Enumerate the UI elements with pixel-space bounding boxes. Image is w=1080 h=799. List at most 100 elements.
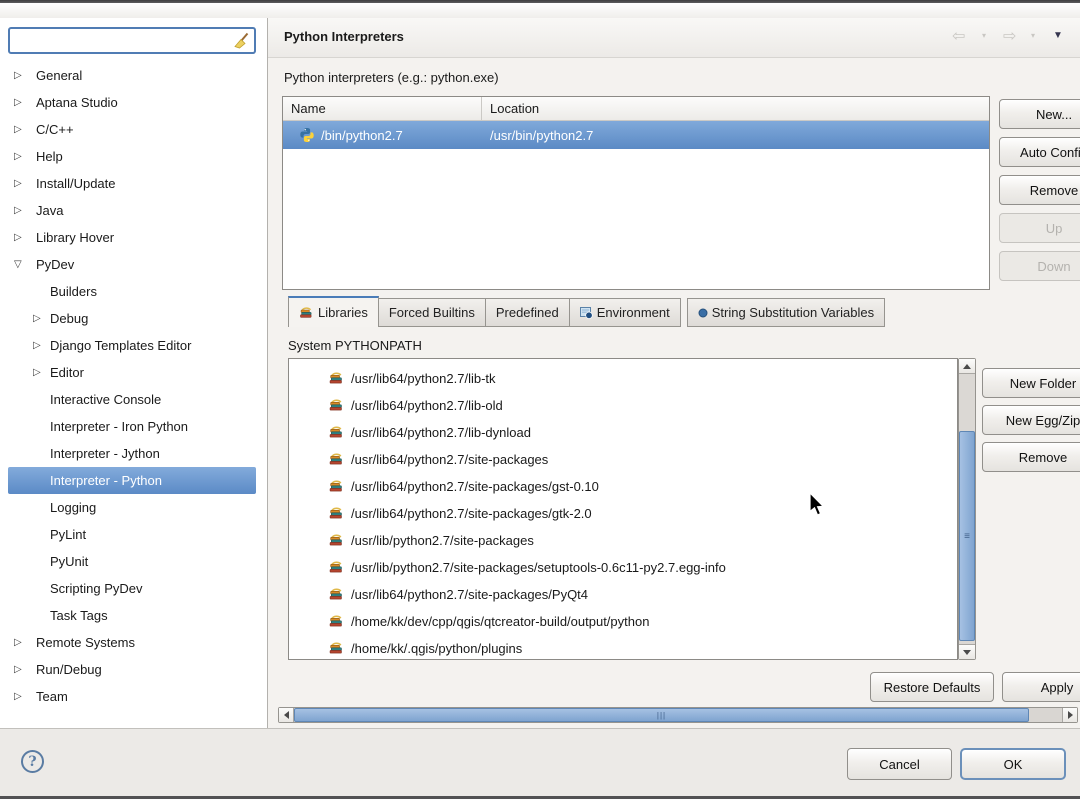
pythonpath-item[interactable]: /usr/lib64/python2.7/lib-tk <box>289 365 957 392</box>
expander-collapsed-icon[interactable]: ▷ <box>8 151 36 162</box>
sidebar-item-interpreter-python[interactable]: Interpreter - Python <box>8 467 256 494</box>
new-egg-zip-button[interactable]: New Egg/Zip <box>982 405 1080 435</box>
sidebar-item-scripting-pydev[interactable]: Scripting PyDev <box>8 575 256 602</box>
pythonpath-item[interactable]: /home/kk/.qgis/python/plugins <box>289 635 957 660</box>
forward-arrow-icon[interactable]: ⇨ <box>1003 27 1016 47</box>
sidebar-item-pyunit[interactable]: PyUnit <box>8 548 256 575</box>
pythonpath-item[interactable]: /usr/lib/python2.7/site-packages/setupto… <box>289 554 957 581</box>
sidebar-item-help[interactable]: ▷Help <box>8 143 256 170</box>
tab-libraries[interactable]: Libraries <box>288 296 379 327</box>
scroll-right-button[interactable] <box>1062 708 1077 722</box>
remove-path-button[interactable]: Remove <box>982 442 1080 472</box>
column-header-location[interactable]: Location <box>482 97 539 120</box>
help-button[interactable]: ? <box>21 750 44 773</box>
sidebar-item-label: Logging <box>50 500 96 515</box>
vertical-scrollbar[interactable]: ≡ <box>958 358 976 660</box>
ok-button[interactable]: OK <box>960 748 1066 780</box>
sidebar-item-label: Interpreter - Iron Python <box>50 419 188 434</box>
sidebar-item-builders[interactable]: Builders <box>8 278 256 305</box>
expander-collapsed-icon[interactable]: ▷ <box>33 340 50 351</box>
table-row[interactable]: /bin/python2.7 /usr/bin/python2.7 <box>283 121 989 149</box>
sidebar-item-label: PyLint <box>50 527 86 542</box>
sidebar-item-install-update[interactable]: ▷Install/Update <box>8 170 256 197</box>
pythonpath-item[interactable]: /usr/lib64/python2.7/site-packages/gtk-2… <box>289 500 957 527</box>
sidebar-item-task-tags[interactable]: Task Tags <box>8 602 256 629</box>
horizontal-scrollbar-thumb[interactable]: ||| <box>294 708 1029 722</box>
forward-history-chevron-icon[interactable]: ▾ <box>1031 31 1035 40</box>
path-label: /usr/lib64/python2.7/lib-dynload <box>351 425 531 440</box>
back-history-chevron-icon[interactable]: ▾ <box>982 31 986 40</box>
pythonpath-item[interactable]: /usr/lib64/python2.7/site-packages/PyQt4 <box>289 581 957 608</box>
cancel-button[interactable]: Cancel <box>847 748 952 780</box>
sidebar-item-interpreter-jython[interactable]: Interpreter - Jython <box>8 440 256 467</box>
restore-defaults-button[interactable]: Restore Defaults <box>870 672 994 702</box>
new-folder-button[interactable]: New Folder <box>982 368 1080 398</box>
apply-button[interactable]: Apply <box>1002 672 1080 702</box>
scroll-down-button[interactable] <box>959 644 975 659</box>
pythonpath-item[interactable]: /home/kk/dev/cpp/qgis/qtcreator-build/ou… <box>289 608 957 635</box>
expander-collapsed-icon[interactable]: ▷ <box>8 637 36 648</box>
expander-collapsed-icon[interactable]: ▷ <box>8 70 36 81</box>
new-interpreter-button[interactable]: New... <box>999 99 1080 129</box>
pythonpath-item[interactable]: /usr/lib/python2.7/site-packages <box>289 527 957 554</box>
sidebar-item-interpreter-iron-python[interactable]: Interpreter - Iron Python <box>8 413 256 440</box>
expander-collapsed-icon[interactable]: ▷ <box>8 664 36 675</box>
sidebar-item-c-cpp[interactable]: ▷C/C++ <box>8 116 256 143</box>
tab-label: Libraries <box>318 305 368 320</box>
sidebar-item-general[interactable]: ▷General <box>8 62 256 89</box>
tab-string-substitution-variables[interactable]: String Substitution Variables <box>687 298 885 327</box>
sidebar-item-label: Debug <box>50 311 88 326</box>
sidebar-item-team[interactable]: ▷Team <box>8 683 256 710</box>
path-label: /usr/lib64/python2.7/site-packages <box>351 452 548 467</box>
expander-collapsed-icon[interactable]: ▷ <box>33 313 50 324</box>
sidebar-item-java[interactable]: ▷Java <box>8 197 256 224</box>
sidebar-item-remote-systems[interactable]: ▷Remote Systems <box>8 629 256 656</box>
scroll-up-button[interactable] <box>959 359 975 374</box>
expander-collapsed-icon[interactable]: ▷ <box>8 97 36 108</box>
back-arrow-icon[interactable]: ⇦ <box>952 27 965 47</box>
expander-collapsed-icon[interactable]: ▷ <box>33 367 50 378</box>
horizontal-scrollbar[interactable]: ||| <box>278 707 1078 723</box>
column-header-name[interactable]: Name <box>283 97 482 120</box>
sidebar-item-debug[interactable]: ▷Debug <box>8 305 256 332</box>
scroll-left-button[interactable] <box>279 708 294 722</box>
expander-collapsed-icon[interactable]: ▷ <box>8 178 36 189</box>
pythonpath-item[interactable]: /usr/lib64/python2.7/lib-old <box>289 392 957 419</box>
page-title: Python Interpreters <box>284 29 404 44</box>
expander-collapsed-icon[interactable]: ▷ <box>8 232 36 243</box>
sidebar-item-library-hover[interactable]: ▷Library Hover <box>8 224 256 251</box>
tab-predefined[interactable]: Predefined <box>485 298 570 327</box>
sidebar-item-logging[interactable]: Logging <box>8 494 256 521</box>
sidebar-item-interactive-console[interactable]: Interactive Console <box>8 386 256 413</box>
sidebar-item-label: Editor <box>50 365 84 380</box>
tab-environment[interactable]: Environment <box>569 298 681 327</box>
expander-expanded-icon[interactable]: ▽ <box>8 259 36 270</box>
pythonpath-list[interactable]: /usr/lib64/python2.7/lib-tk /usr/lib64/p… <box>288 358 958 660</box>
pythonpath-item[interactable]: /usr/lib64/python2.7/site-packages/gst-0… <box>289 473 957 500</box>
pythonpath-item[interactable]: /usr/lib64/python2.7/lib-dynload <box>289 419 957 446</box>
tab-forced-builtins[interactable]: Forced Builtins <box>378 298 486 327</box>
sidebar-item-run-debug[interactable]: ▷Run/Debug <box>8 656 256 683</box>
filter-input[interactable] <box>10 29 254 52</box>
library-icon <box>329 560 344 575</box>
tab-label: Predefined <box>496 305 559 320</box>
expander-collapsed-icon[interactable]: ▷ <box>8 124 36 135</box>
pythonpath-item[interactable]: /usr/lib64/python2.7/site-packages <box>289 446 957 473</box>
sidebar-item-pydev[interactable]: ▽PyDev <box>8 251 256 278</box>
sidebar-item-django-templates-editor[interactable]: ▷Django Templates Editor <box>8 332 256 359</box>
sidebar-item-aptana-studio[interactable]: ▷Aptana Studio <box>8 89 256 116</box>
books-icon <box>299 306 314 320</box>
view-menu-icon[interactable]: ▼ <box>1053 30 1063 41</box>
path-label: /usr/lib/python2.7/site-packages/setupto… <box>351 560 726 575</box>
remove-interpreter-button[interactable]: Remove <box>999 175 1080 205</box>
clear-filter-icon[interactable] <box>232 32 250 50</box>
sidebar-item-editor[interactable]: ▷Editor <box>8 359 256 386</box>
expander-collapsed-icon[interactable]: ▷ <box>8 691 36 702</box>
scroll-left-icon <box>284 711 289 719</box>
expander-collapsed-icon[interactable]: ▷ <box>8 205 36 216</box>
auto-config-button[interactable]: Auto Config <box>999 137 1080 167</box>
mouse-cursor <box>808 492 826 518</box>
sidebar-item-pylint[interactable]: PyLint <box>8 521 256 548</box>
sidebar-item-label: Builders <box>50 284 97 299</box>
vertical-scrollbar-thumb[interactable]: ≡ <box>959 431 975 641</box>
